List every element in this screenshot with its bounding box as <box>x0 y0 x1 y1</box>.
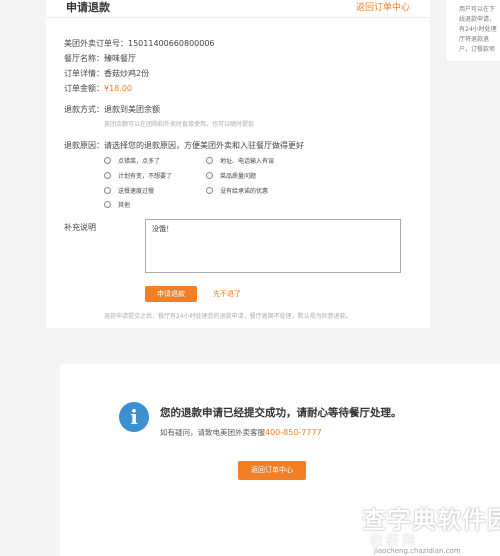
watermark-url: jiaocheng.chazidian.com <box>374 547 461 555</box>
order-amount: 订单金额：¥18.00 <box>64 83 132 94</box>
side-notice-line: 户，订餐款项 <box>459 46 496 53</box>
radio-button[interactable] <box>206 187 213 194</box>
refund-reason-prompt: 退款原因：请选择您的退款原因，方便美团外卖和入驻餐厅做得更好 <box>64 141 304 150</box>
reason-label: 其他 <box>118 202 131 209</box>
reason-label: 菜品质量问题 <box>220 173 257 180</box>
side-notice: 用户可以在下 线退款申请， 有24小时处理 厅将退款退 户，订餐款项 <box>445 0 500 62</box>
reason-label: 地址、电话输入有误 <box>220 158 275 165</box>
reason-label: 计划有变，不想要了 <box>118 173 173 180</box>
page-title: 申请退款 <box>66 1 110 14</box>
radio-button[interactable] <box>104 187 111 194</box>
success-message: 您的退款申请已经提交成功，请耐心等待餐厅处理。 <box>160 407 402 419</box>
back-to-orders-link[interactable]: 返回订单中心 <box>356 0 410 13</box>
order-id: 美团外卖订单号：15011400660800006 <box>64 39 215 48</box>
refund-method: 退款方式：退款到美团余额 <box>64 105 160 114</box>
note-label: 补充说明 <box>64 223 96 232</box>
radio-button[interactable] <box>104 172 111 179</box>
radio-button[interactable] <box>104 201 111 208</box>
info-icon: i <box>119 402 149 432</box>
refund-form-panel: 申请退款 返回订单中心 美团外卖订单号：15011400660800006 餐厅… <box>46 0 430 328</box>
side-notice-line: 有24小时处理 <box>459 26 497 33</box>
radio-button[interactable] <box>104 157 111 164</box>
help-text: 如有疑问，请致电美团外卖客服 <box>160 428 265 437</box>
refund-form-header: 申请退款 返回订单中心 <box>46 0 430 18</box>
side-notice-line: 厅将退款退 <box>459 36 490 43</box>
radio-button[interactable] <box>206 172 213 179</box>
restaurant-name: 餐厅名称：臻味餐厅 <box>64 54 136 63</box>
refund-method-hint: 美团余额可以在团购和外卖时直接使用，也可以随时提现 <box>104 121 255 128</box>
order-detail: 订单详情：香菇炒鸡2份 <box>64 69 150 78</box>
back-to-orders-button[interactable]: 返回订单中心 <box>238 461 306 480</box>
help-line: 如有疑问，请致电美团外卖客服400-850-7777 <box>160 427 322 438</box>
radio-button[interactable] <box>206 157 213 164</box>
order-amount-label: 订单金额： <box>64 84 104 93</box>
support-phone: 400-850-7777 <box>265 428 322 437</box>
submit-refund-button[interactable]: 申请退款 <box>145 286 197 302</box>
reason-label: 送餐速度过慢 <box>118 188 155 195</box>
reason-label: 没有给承诺的优惠 <box>220 188 269 195</box>
reason-label: 点错菜，点多了 <box>118 158 161 165</box>
note-textarea[interactable]: 没饿！ <box>145 219 401 273</box>
side-notice-line: 用户可以在下 <box>459 6 496 13</box>
cancel-refund-link[interactable]: 先不退了 <box>213 289 241 299</box>
order-amount-value: ¥18.00 <box>104 84 132 93</box>
side-notice-line: 线退款申请， <box>459 16 496 23</box>
refund-footnote: 退款申请提交之后，餐厅有24小时处理您的退款申请，餐厅逾期不处理，默认视为同意退… <box>104 313 352 320</box>
